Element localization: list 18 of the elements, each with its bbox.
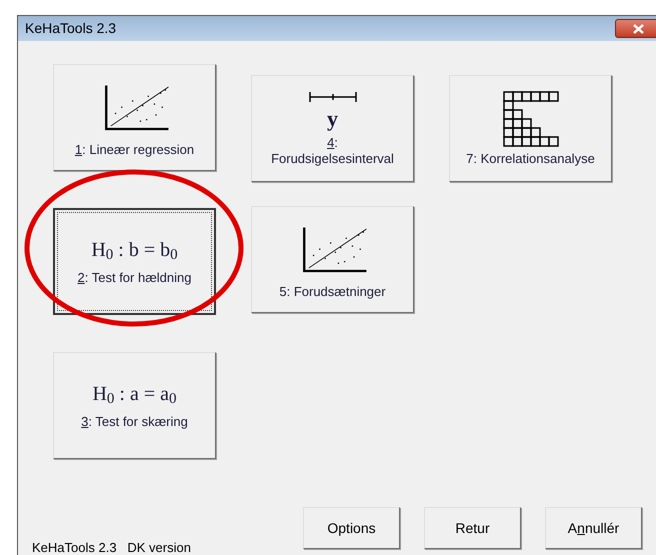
tool-button[interactable]: y 4: Forudsigelsesinterval bbox=[251, 75, 414, 182]
tool-button[interactable]: H$_{0}$ : b = b$_{0}$ 2: Test for hældning bbox=[53, 208, 216, 315]
tool-button[interactable]: 1: Lineær regression bbox=[53, 64, 216, 171]
formula-text: H$_{0}$ : a = a$_{0}$ bbox=[92, 382, 177, 406]
dialog-button[interactable]: Annullér bbox=[545, 507, 642, 549]
symbol-text: y bbox=[327, 106, 338, 130]
status-text: KeHaTools 2.3 DK version bbox=[32, 538, 191, 555]
tool-button[interactable]: 7: Korrelationsanalyse bbox=[449, 75, 612, 182]
interval-icon bbox=[308, 90, 356, 102]
triangle-grid-icon bbox=[502, 90, 558, 146]
close-button[interactable] bbox=[615, 19, 656, 38]
dialog-button[interactable]: Options bbox=[303, 507, 400, 549]
window-title: KeHaTools 2.3 bbox=[25, 19, 116, 38]
formula-text: H$_{0}$ : b = b$_{0}$ bbox=[91, 238, 178, 262]
tool-button[interactable]: H$_{0}$ : a = a$_{0}$ 3: Test for skæring bbox=[53, 352, 216, 459]
tool-button[interactable]: 5: Forudsætninger bbox=[251, 206, 414, 313]
close-icon bbox=[633, 24, 644, 34]
dialog-button[interactable]: Retur bbox=[424, 507, 521, 549]
